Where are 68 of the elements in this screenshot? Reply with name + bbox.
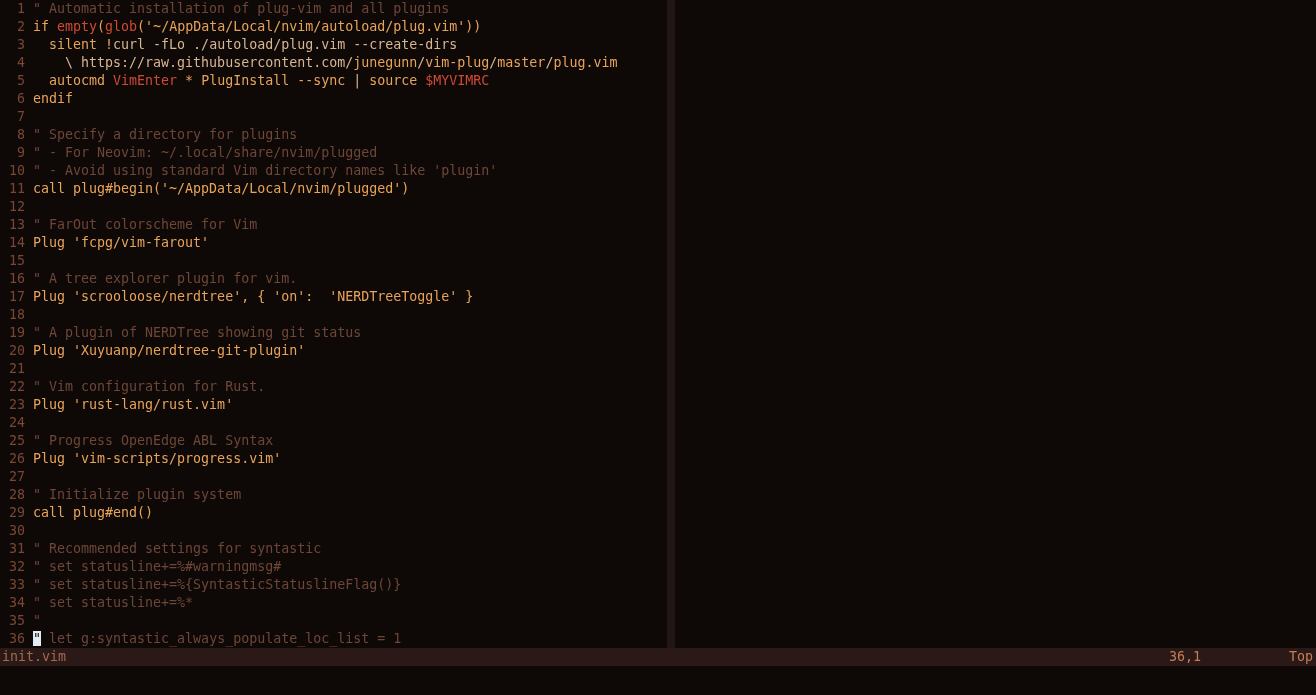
line-number: 22 bbox=[8, 378, 26, 396]
code-line: Plug 'scrooloose/nerdtree', { 'on': 'NERDTreeToggle' } bbox=[33, 288, 474, 306]
code-line: " Progress OpenEdge ABL Syntax bbox=[33, 432, 274, 450]
line-number: 28 bbox=[8, 486, 26, 504]
line-number: 10 bbox=[8, 162, 26, 180]
line-number: 18 bbox=[8, 306, 26, 324]
line-number: 24 bbox=[8, 414, 26, 432]
file-name: init.vim bbox=[1, 648, 68, 666]
code-line: " let g:syntastic_always_populate_loc_list = 1 bbox=[33, 630, 402, 648]
code-line: " FarOut colorscheme for Vim bbox=[33, 216, 258, 234]
cursor-position: 36,1 bbox=[1168, 648, 1202, 666]
line-number: 5 bbox=[16, 72, 26, 90]
line-number: 1 bbox=[16, 0, 26, 18]
line-number: 9 bbox=[16, 144, 26, 162]
code-line: " - Avoid using standard Vim directory names like 'plugin' bbox=[33, 162, 498, 180]
window-separator[interactable] bbox=[667, 0, 675, 648]
code-line: " set statusline+=%* bbox=[33, 594, 194, 612]
line-number: 14 bbox=[8, 234, 26, 252]
line-number: 8 bbox=[16, 126, 26, 144]
code-line: " A plugin of NERDTree showing git status bbox=[33, 324, 362, 342]
code-line: Plug 'fcpg/vim-farout' bbox=[33, 234, 210, 252]
line-number: 29 bbox=[8, 504, 26, 522]
line-number: 23 bbox=[8, 396, 26, 414]
code-line: " Recommended settings for syntastic bbox=[33, 540, 322, 558]
line-number: 11 bbox=[8, 180, 26, 198]
line-number: 20 bbox=[8, 342, 26, 360]
line-number: 16 bbox=[8, 270, 26, 288]
line-number: 3 bbox=[16, 36, 26, 54]
code-line: " A tree explorer plugin for vim. bbox=[33, 270, 298, 288]
code-line: " set statusline+=%#warningmsg# bbox=[33, 558, 282, 576]
code-line: " Vim configuration for Rust. bbox=[33, 378, 266, 396]
code-line: Plug 'rust-lang/rust.vim' bbox=[33, 396, 234, 414]
scroll-position: Top bbox=[1288, 648, 1314, 666]
code-line: " - For Neovim: ~/.local/share/nvim/plugged bbox=[33, 144, 378, 162]
code-line: if empty(glob('~/AppData/Local/nvim/autoload/plug.vim')) bbox=[33, 18, 482, 36]
line-number: 17 bbox=[8, 288, 26, 306]
line-number: 35 bbox=[8, 612, 26, 630]
line-number: 32 bbox=[8, 558, 26, 576]
code-line: " bbox=[33, 612, 41, 630]
line-number: 36 bbox=[8, 630, 26, 648]
code-line: autocmd VimEnter * PlugInstall --sync | source $MYVIMRC bbox=[48, 72, 490, 90]
code-line: endif bbox=[33, 90, 74, 108]
line-number: 31 bbox=[8, 540, 26, 558]
code-line: Plug 'vim-scripts/progress.vim' bbox=[33, 450, 282, 468]
line-number: 34 bbox=[8, 594, 26, 612]
line-number: 13 bbox=[8, 216, 26, 234]
line-number: 4 bbox=[16, 54, 26, 72]
code-line: call plug#end() bbox=[33, 504, 154, 522]
line-number: 7 bbox=[16, 108, 26, 126]
code-line: " Automatic installation of plug-vim and all plugins bbox=[33, 0, 450, 18]
code-line: " Initialize plugin system bbox=[33, 486, 242, 504]
line-number: 26 bbox=[8, 450, 26, 468]
line-number: 6 bbox=[16, 90, 26, 108]
line-number: 30 bbox=[8, 522, 26, 540]
code-line: " Specify a directory for plugins bbox=[33, 126, 298, 144]
code-line: " set statusline+=%{SyntasticStatuslineFlag()} bbox=[33, 576, 402, 594]
code-line: call plug#begin('~/AppData/Local/nvim/plugged') bbox=[33, 180, 410, 198]
code-line: silent !curl -fLo ./autoload/plug.vim --create-dirs bbox=[48, 36, 458, 54]
line-number: 12 bbox=[8, 198, 26, 216]
line-number: 21 bbox=[8, 360, 26, 378]
line-number: 2 bbox=[16, 18, 26, 36]
line-number: 33 bbox=[8, 576, 26, 594]
line-number: 27 bbox=[8, 468, 26, 486]
line-number: 25 bbox=[8, 432, 26, 450]
line-number: 15 bbox=[8, 252, 26, 270]
code-line: Plug 'Xuyuanp/nerdtree-git-plugin' bbox=[33, 342, 306, 360]
line-number: 19 bbox=[8, 324, 26, 342]
code-line: \ https://raw.githubusercontent.com/junegunn/vim-plug/master/plug.vim bbox=[64, 54, 618, 72]
